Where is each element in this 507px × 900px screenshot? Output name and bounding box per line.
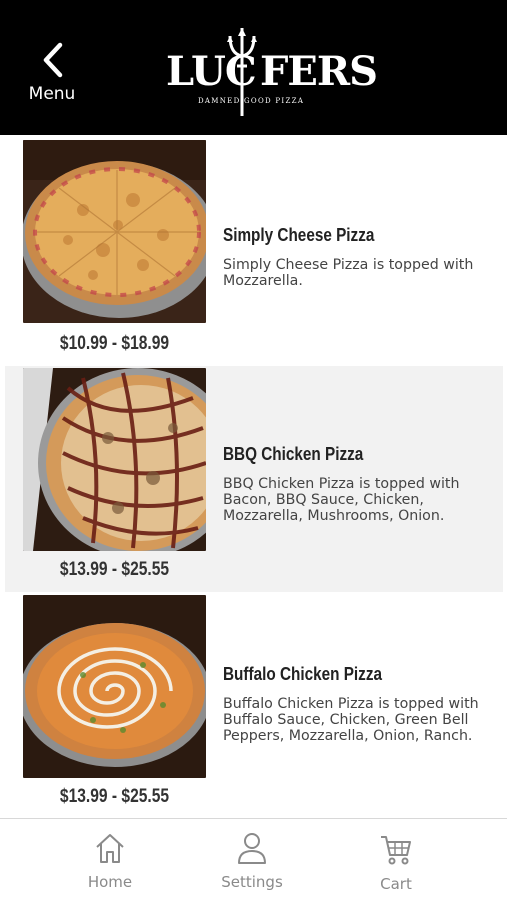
home-icon [96, 834, 124, 863]
lucifers-logo: LUC FERS DAMNED GOOD PIZZA [160, 22, 378, 122]
bbq-chicken-pizza-image [23, 368, 206, 551]
app-header: Menu LUC FERS DAMNED GOOD PIZZA [0, 0, 507, 135]
back-label: Menu [28, 84, 76, 104]
chevron-left-icon [43, 42, 63, 78]
tab-settings[interactable]: Settings [192, 819, 312, 900]
item-description: Simply Cheese Pizza is topped with Mozza… [223, 257, 474, 289]
user-icon [238, 833, 266, 864]
item-description: BBQ Chicken Pizza is topped with Bacon, … [223, 476, 460, 524]
tab-cart-label: Cart [380, 875, 412, 893]
cheese-pizza-image [23, 140, 206, 323]
item-description: Buffalo Chicken Pizza is topped with Buf… [223, 696, 479, 744]
item-title: BBQ Chicken Pizza [223, 444, 364, 464]
tab-settings-label: Settings [221, 873, 283, 891]
item-title: Buffalo Chicken Pizza [223, 664, 382, 684]
menu-item[interactable]: BBQ Chicken Pizza BBQ Chicken Pizza is t… [5, 366, 503, 592]
logo-text-right: FERS [260, 48, 378, 95]
item-price: $10.99 - $18.99 [59, 333, 170, 354]
item-price: $13.99 - $25.55 [59, 559, 170, 580]
buffalo-chicken-pizza-image [23, 595, 206, 778]
item-price: $13.99 - $25.55 [59, 786, 170, 807]
menu-item[interactable]: Simply Cheese Pizza Simply Cheese Pizza … [5, 137, 503, 365]
bottom-tab-bar: Home Settings Cart [0, 818, 507, 900]
menu-item[interactable]: Buffalo Chicken Pizza Buffalo Chicken Pi… [5, 593, 503, 817]
tab-cart[interactable]: Cart [336, 819, 456, 900]
item-title: Simply Cheese Pizza [223, 225, 375, 245]
back-button[interactable]: Menu [22, 40, 84, 108]
tab-home-label: Home [87, 873, 133, 891]
cart-icon [381, 836, 411, 865]
tab-home[interactable]: Home [50, 819, 170, 900]
logo-tagline: DAMNED GOOD PIZZA [198, 97, 305, 105]
